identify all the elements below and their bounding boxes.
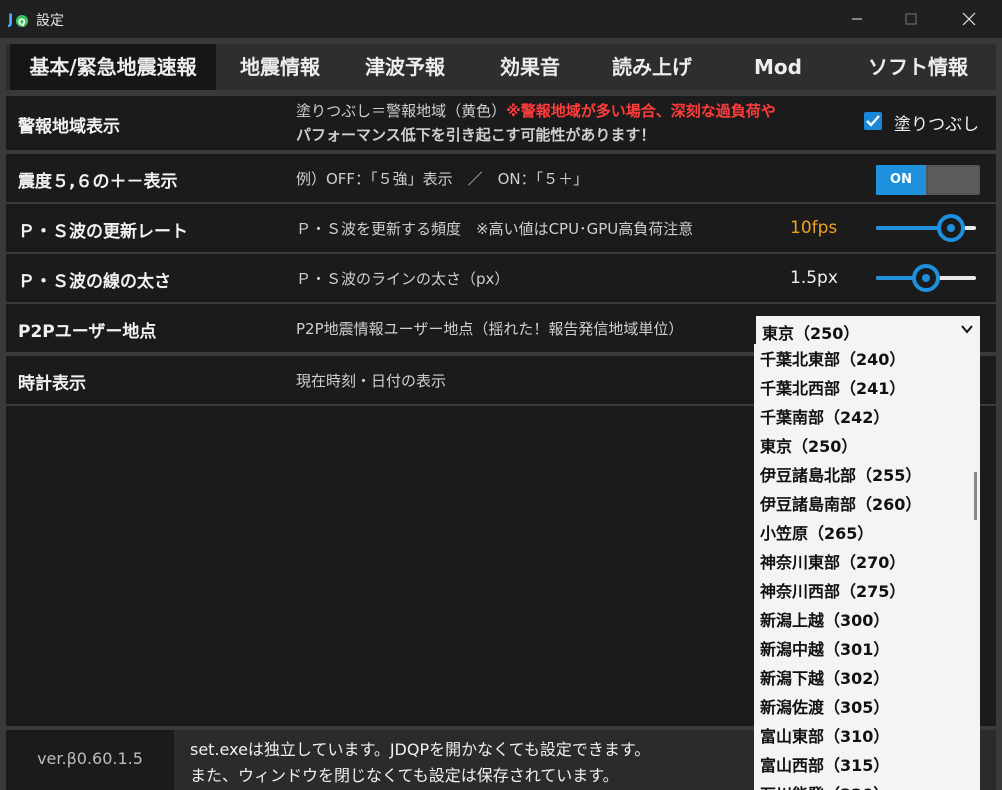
- description-text: 塗りつぶし＝警報地域（黄色）: [296, 102, 507, 120]
- dropdown-option[interactable]: 千葉北西部（241）: [760, 375, 905, 404]
- dropdown-option[interactable]: 千葉南部（242）: [760, 404, 889, 433]
- toggle-thumb[interactable]: [928, 167, 978, 193]
- warning-text-line2: パフォーマンス低下を引き起こす可能性があります！: [296, 126, 656, 144]
- tab-earthquake-info[interactable]: 地震情報: [222, 44, 338, 90]
- dropdown-option[interactable]: 伊豆諸島北部（255）: [760, 462, 921, 491]
- p2p-point-select[interactable]: 東京（250）: [756, 316, 980, 344]
- svg-text:J: J: [8, 12, 13, 28]
- tab-sound-effects[interactable]: 効果音: [472, 44, 588, 90]
- dropdown-option[interactable]: 神奈川東部（270）: [760, 549, 905, 578]
- tab-read-aloud[interactable]: 読み上げ: [594, 44, 710, 90]
- dropdown-option[interactable]: 神奈川西部（275）: [760, 578, 905, 607]
- toggle-on-label: ON: [876, 165, 926, 195]
- dropdown-option[interactable]: 富山東部（310）: [760, 723, 889, 752]
- svg-text:Q: Q: [18, 18, 26, 28]
- footer-message-line1: set.exeは独立しています。JDQPを開かなくても設定できます。: [190, 740, 651, 759]
- dropdown-option[interactable]: 東京（250）: [760, 433, 857, 462]
- ps-rate-value: 10fps: [790, 218, 838, 238]
- dropdown-option[interactable]: 伊豆諸島南部（260）: [760, 491, 921, 520]
- fill-checkbox[interactable]: [864, 112, 882, 130]
- setting-label: P2Pユーザー地点: [18, 322, 157, 342]
- maximize-button[interactable]: [888, 0, 934, 38]
- dropdown-scrollbar[interactable]: [974, 472, 977, 520]
- p2p-point-dropdown-list[interactable]: 千葉北東部（240） 千葉北西部（241） 千葉南部（242） 東京（250） …: [754, 344, 980, 790]
- version-label: ver.β0.60.1.5: [6, 730, 174, 790]
- ps-rate-slider-thumb[interactable]: [937, 214, 965, 242]
- setting-label: 震度５,６の＋－表示: [18, 172, 178, 192]
- maximize-icon: [905, 13, 917, 25]
- setting-label: 時計表示: [18, 374, 86, 394]
- setting-description: 例）OFF：「５強」表示 ／ ON：「５＋」: [296, 170, 589, 188]
- setting-description: Ｐ・Ｓ波のラインの太さ（px）: [296, 270, 510, 288]
- dropdown-option[interactable]: 石川能登（320）: [760, 781, 889, 790]
- chevron-down-icon: [961, 325, 973, 334]
- tab-software-info[interactable]: ソフト情報: [846, 44, 990, 90]
- window-title: 設定: [36, 13, 64, 29]
- app-logo-icon: J Q: [8, 12, 28, 28]
- dropdown-option[interactable]: 新潟下越（302）: [760, 665, 889, 694]
- intensity-toggle[interactable]: ON: [876, 165, 980, 195]
- minimize-icon: [852, 18, 862, 20]
- close-button[interactable]: [946, 0, 992, 38]
- setting-description: P2P地震情報ユーザー地点（揺れた！報告発信地域単位）: [296, 320, 684, 338]
- setting-label: 警報地域表示: [18, 117, 120, 137]
- fill-checkbox-label[interactable]: 塗りつぶし: [894, 110, 979, 135]
- ps-width-slider-thumb[interactable]: [912, 264, 940, 292]
- setting-description: 現在時刻・日付の表示: [296, 372, 447, 390]
- tab-basic-eew[interactable]: 基本/緊急地震速報: [10, 44, 216, 90]
- dropdown-option[interactable]: 千葉北東部（240）: [760, 346, 905, 375]
- setting-row-ps-width: Ｐ・Ｓ波の線の太さ Ｐ・Ｓ波のラインの太さ（px） 1.5px: [6, 254, 996, 302]
- title-bar: J Q 設定: [0, 0, 1002, 38]
- dropdown-option[interactable]: 新潟佐渡（305）: [760, 694, 889, 723]
- setting-row-ps-rate: Ｐ・Ｓ波の更新レート Ｐ・Ｓ波を更新する頻度 ※高い値はCPU･GPU高負荷注意…: [6, 204, 996, 252]
- dropdown-option[interactable]: 新潟中越（301）: [760, 636, 889, 665]
- setting-row-alert-area: 警報地域表示 塗りつぶし＝警報地域（黄色）※警報地域が多い場合、深刻な過負荷や …: [6, 96, 996, 150]
- warning-text: ※警報地域が多い場合、深刻な過負荷や: [506, 102, 776, 120]
- dropdown-option[interactable]: 新潟上越（300）: [760, 607, 889, 636]
- tab-bar: 基本/緊急地震速報 地震情報 津波予報 効果音 読み上げ Mod ソフト情報: [6, 44, 996, 90]
- dropdown-option[interactable]: 富山西部（315）: [760, 752, 889, 781]
- tab-mod[interactable]: Mod: [718, 44, 838, 90]
- setting-label: Ｐ・Ｓ波の線の太さ: [18, 272, 171, 292]
- close-icon: [962, 12, 976, 26]
- setting-label: Ｐ・Ｓ波の更新レート: [18, 222, 188, 242]
- select-current-value: 東京（250）: [762, 324, 860, 343]
- setting-row-intensity-plus-minus: 震度５,６の＋－表示 例）OFF：「５強」表示 ／ ON：「５＋」 ON: [6, 154, 996, 202]
- minimize-button[interactable]: [834, 0, 880, 38]
- tab-tsunami[interactable]: 津波予報: [346, 44, 464, 90]
- footer-message-line2: また、ウィンドウを閉じなくても設定は保存されています。: [190, 766, 619, 785]
- setting-description: 塗りつぶし＝警報地域（黄色）※警報地域が多い場合、深刻な過負荷や: [296, 100, 776, 121]
- ps-width-value: 1.5px: [790, 268, 838, 288]
- setting-description: Ｐ・Ｓ波を更新する頻度 ※高い値はCPU･GPU高負荷注意: [296, 220, 694, 238]
- dropdown-option[interactable]: 小笠原（265）: [760, 520, 873, 549]
- checkmark-icon: [866, 115, 880, 127]
